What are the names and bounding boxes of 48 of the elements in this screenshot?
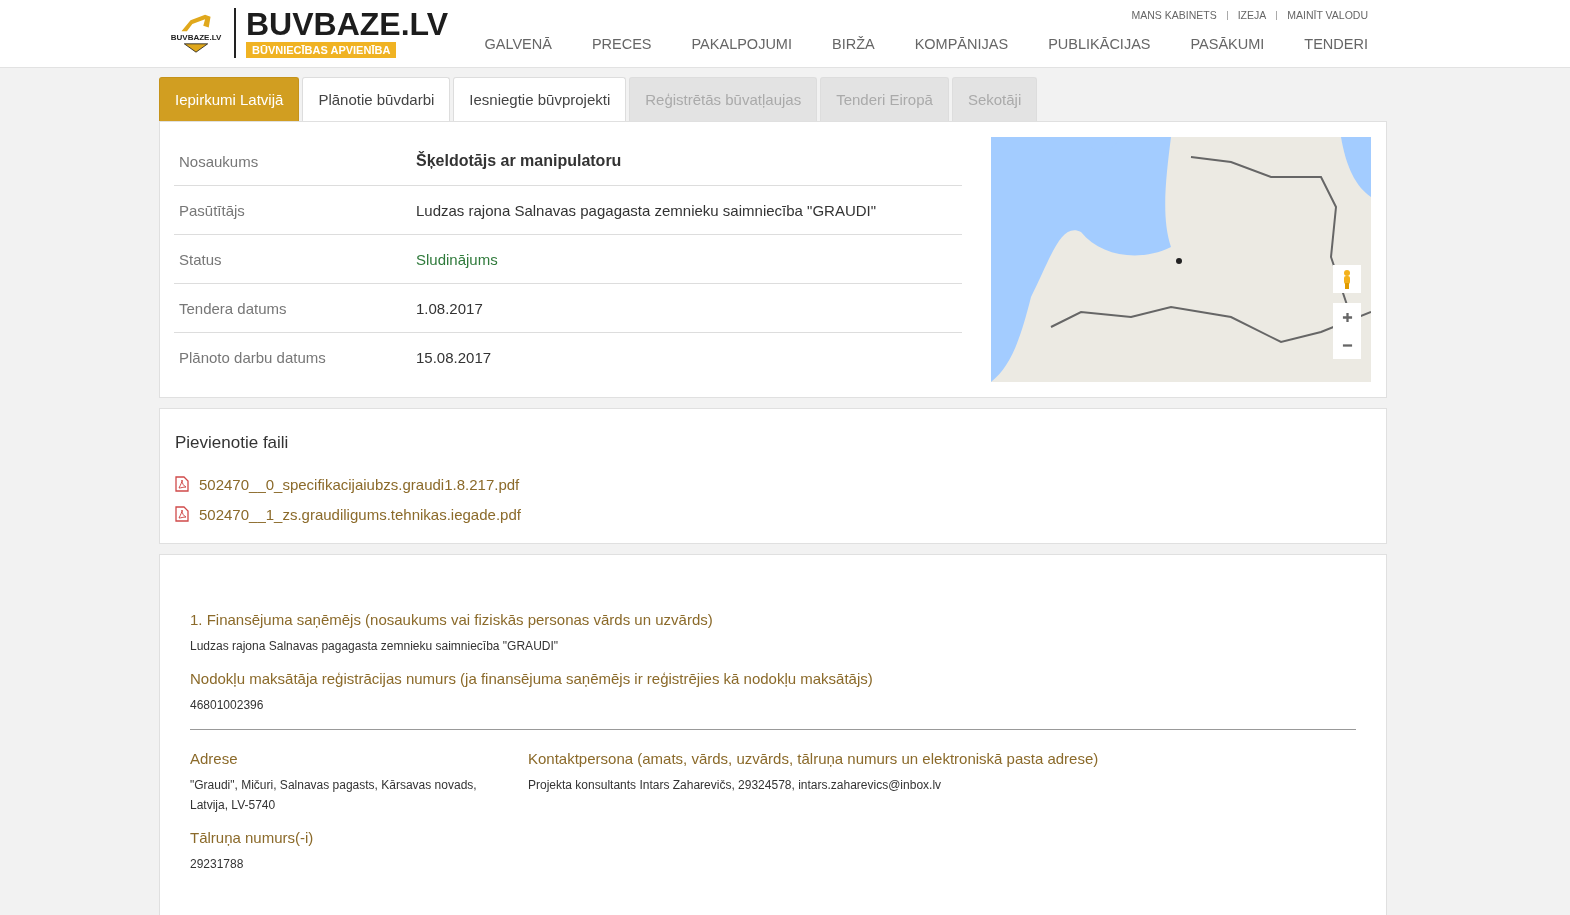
detail-value: Projekta konsultants Intars Zaharevičs, 29324578, intars.zaharevics@inbox.lv <box>528 777 943 794</box>
nav-link[interactable]: BIRŽA <box>831 36 875 52</box>
pdf-file-icon <box>175 506 189 522</box>
detail-value: Ludzas rajona Salnavas pagagasta zemnieku saimniecība "GRAUDI" <box>190 638 560 655</box>
nav-link[interactable]: TENDERI <box>1304 36 1368 52</box>
nav-link[interactable]: PRECES <box>591 36 652 52</box>
field-value: 1.08.2017 <box>416 299 483 317</box>
logo-subtitle: BŪVNIECĪBAS APVIENĪBA <box>246 42 397 58</box>
top-link[interactable]: IZEJA <box>1237 9 1267 21</box>
street-view-button[interactable] <box>1333 265 1361 293</box>
tab[interactable]: Iesniegtie būvprojekti <box>453 77 627 121</box>
nav-link[interactable]: PUBLIKĀCIJAS <box>1048 36 1151 52</box>
field-label: Pasūtītājs <box>179 201 246 219</box>
detail-value: 29231788 <box>190 856 245 873</box>
nav-link[interactable]: GALVENĀ <box>484 36 552 52</box>
file-link[interactable]: 502470__1_zs.graudiligums.tehnikas.iegade.pdf <box>199 505 521 523</box>
field-label: Tendera datums <box>179 299 288 317</box>
section-title: Pievienotie faili <box>175 433 290 453</box>
detail-value: "Graudi", Mičuri, Salnavas pagasts, Kārsavas novads, Latvija, LV-5740 <box>190 777 478 814</box>
detail-value: 46801002396 <box>190 697 265 714</box>
detail-label: Adrese <box>190 750 239 767</box>
detail-label: Nodokļu maksātāja reģistrācijas numurs (ja finansējuma saņēmējs ir reģistrējies kā nodokļu maksātājs) <box>190 670 874 687</box>
file-link[interactable]: 502470__0_specifikacijaiubzs.graudi1.8.217.pdf <box>199 475 520 493</box>
nav-link[interactable]: PAKALPOJUMI <box>691 36 792 52</box>
field-value: Sludinājums <box>416 250 498 268</box>
nav-link[interactable]: PASĀKUMI <box>1190 36 1265 52</box>
field-label: Status <box>179 250 223 268</box>
nav-link[interactable]: KOMPĀNIJAS <box>914 36 1009 52</box>
logo-badge-text: BUVBAZE.LV <box>170 33 222 43</box>
field-value: Šķeldotājs ar manipulatoru <box>416 152 622 170</box>
top-link[interactable]: MAINĪT VALODU <box>1287 9 1368 21</box>
detail-label: Kontaktpersona (amats, vārds, uzvārds, tālruņa numurs un elektroniskā pasta adrese) <box>528 750 1100 767</box>
field-label: Plānoto darbu datums <box>179 348 327 366</box>
detail-label: 1. Finansējuma saņēmējs (nosaukums vai fiziskās personas vārds un uzvārds) <box>190 611 714 628</box>
tab[interactable]: Plānotie būvdarbi <box>302 77 451 121</box>
zoom-in-button[interactable] <box>1333 303 1361 331</box>
pdf-file-icon <box>175 476 189 492</box>
field-label: Nosaukums <box>179 152 260 170</box>
shield-icon <box>183 43 209 53</box>
logo-badge[interactable]: BUVBAZE.LV <box>168 6 224 60</box>
field-value: Ludzas rajona Salnavas pagagasta zemnieku saimniecība "GRAUDI" <box>416 201 877 219</box>
top-link[interactable]: MANS KABINETS <box>1131 9 1217 21</box>
plus-icon <box>1341 311 1353 323</box>
field-value: 15.08.2017 <box>416 348 492 366</box>
detail-label: Tālruņa numurs(-i) <box>190 829 315 846</box>
logo-title[interactable]: BUVBAZE.LV <box>246 8 449 40</box>
person-icon <box>1342 269 1352 289</box>
zoom-out-button[interactable] <box>1333 331 1361 359</box>
